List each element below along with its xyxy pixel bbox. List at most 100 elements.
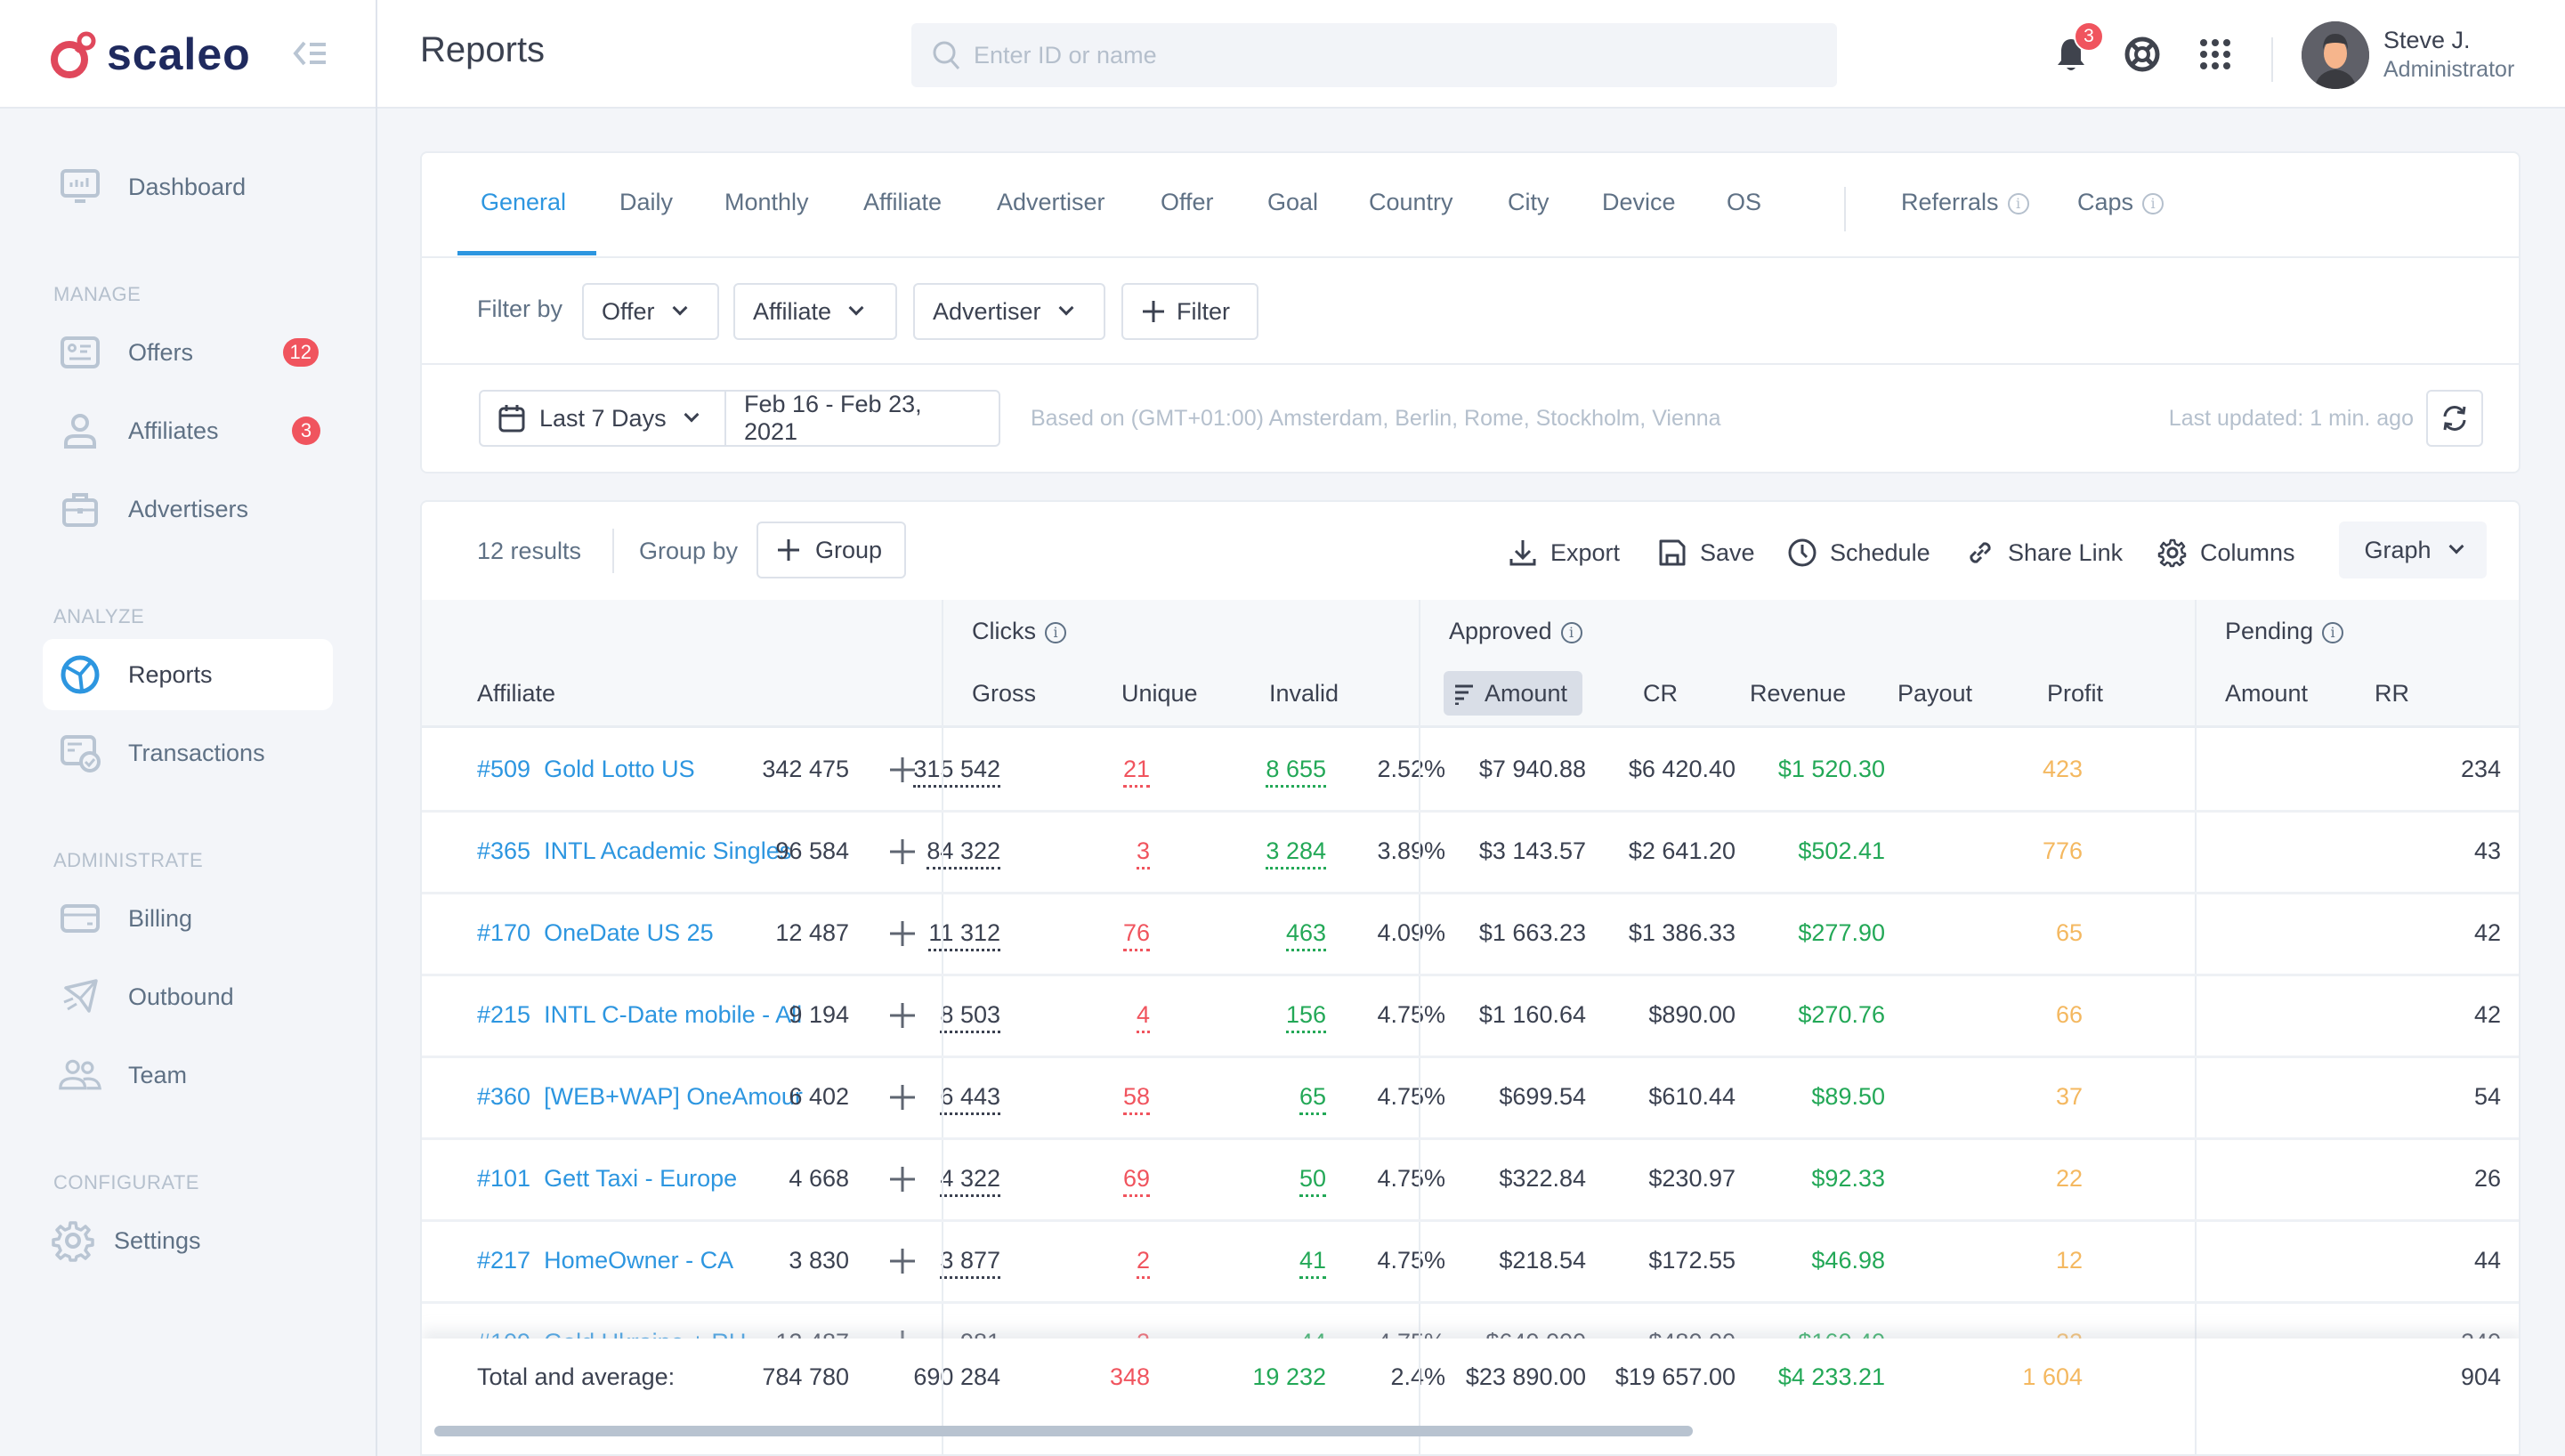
affiliate-link[interactable]: #101 Gett Taxi - Europe (477, 1165, 737, 1193)
cell-unique[interactable]: 6 443 (940, 1083, 1000, 1115)
tab-affiliate[interactable]: Affiliate (863, 189, 942, 216)
sidebar-item-outbound[interactable]: Outbound (43, 961, 333, 1032)
apps-grid-icon[interactable] (2197, 36, 2234, 73)
tab-monthly[interactable]: Monthly (724, 189, 809, 216)
tab-general[interactable]: General (481, 189, 566, 216)
col-revenue[interactable]: Revenue (1750, 680, 1846, 708)
sidebar-item-team[interactable]: Team (43, 1039, 333, 1111)
cell-amount[interactable]: 8 655 (1266, 756, 1326, 788)
cell-amount[interactable]: 463 (1285, 919, 1326, 951)
tab-label: Referrals (1901, 189, 1999, 215)
col-affiliate[interactable]: Affiliate (477, 680, 555, 708)
info-icon[interactable]: i (2322, 622, 2344, 643)
sidebar-item-billing[interactable]: Billing (43, 883, 333, 954)
sidebar-item-dashboard[interactable]: Dashboard (43, 151, 333, 222)
affiliate-link[interactable]: #360 [WEB+WAP] OneAmour (477, 1083, 803, 1111)
columns-button[interactable]: Columns (2157, 538, 2295, 568)
col-pending-amount[interactable]: Amount (2225, 680, 2308, 708)
affiliate-link[interactable]: #217 HomeOwner - CA (477, 1247, 733, 1274)
tab-referrals[interactable]: Referrals i (1901, 189, 2029, 216)
share-link-button[interactable]: Share Link (1965, 538, 2123, 568)
cell-invalid[interactable]: 76 (1122, 919, 1150, 951)
tab-country[interactable]: Country (1369, 189, 1453, 216)
expand-row-plus-icon[interactable] (885, 1161, 920, 1197)
tab-city[interactable]: City (1508, 189, 1550, 216)
date-range-picker[interactable]: Feb 16 - Feb 23, 2021 (724, 390, 1000, 447)
info-icon[interactable]: i (2007, 193, 2029, 214)
tab-goal[interactable]: Goal (1267, 189, 1318, 216)
cell-invalid[interactable]: 58 (1122, 1083, 1150, 1115)
column-divider (2195, 1339, 2197, 1454)
affiliate-link[interactable]: #509 Gold Lotto US (477, 756, 695, 783)
schedule-button[interactable]: Schedule (1787, 538, 1930, 568)
cell-invalid[interactable]: 69 (1122, 1165, 1150, 1197)
cell-unique[interactable]: 8 503 (940, 1001, 1000, 1033)
cell-amount[interactable]: 3 284 (1266, 837, 1326, 870)
tab-offer[interactable]: Offer (1161, 189, 1214, 216)
refresh-button[interactable] (2426, 390, 2483, 447)
sort-descending-icon[interactable] (1454, 684, 1474, 705)
col-rr[interactable]: RR (2375, 680, 2409, 708)
expand-row-plus-icon[interactable] (885, 834, 920, 870)
sidebar-item-affiliates[interactable]: Affiliates 3 (43, 395, 333, 466)
cell-invalid[interactable]: 21 (1122, 756, 1150, 788)
expand-row-plus-icon[interactable] (885, 916, 920, 951)
col-unique[interactable]: Unique (1121, 680, 1198, 708)
col-approved-amount[interactable]: Amount (1485, 680, 1567, 708)
collapse-sidebar-icon[interactable] (292, 37, 328, 69)
horizontal-scrollbar[interactable] (434, 1426, 1693, 1436)
add-filter-button[interactable]: Filter (1121, 283, 1258, 340)
sidebar-item-advertisers[interactable]: Advertisers (43, 473, 333, 545)
col-invalid[interactable]: Invalid (1269, 680, 1339, 708)
sidebar-item-settings[interactable]: Settings (36, 1205, 326, 1276)
col-profit[interactable]: Profit (2047, 680, 2103, 708)
user-name[interactable]: Steve J. (2383, 27, 2471, 54)
affiliate-link[interactable]: #365 INTL Academic Singles (477, 837, 791, 865)
add-group-button[interactable]: Group (757, 522, 906, 578)
expand-row-plus-icon[interactable] (885, 1243, 920, 1279)
col-gross[interactable]: Gross (972, 680, 1036, 708)
info-icon[interactable]: i (1045, 622, 1066, 643)
sidebar-item-transactions[interactable]: Transactions (43, 717, 333, 789)
sidebar-item-offers[interactable]: Offers 12 (43, 317, 333, 388)
tab-caps[interactable]: Caps i (2077, 189, 2164, 216)
avatar[interactable] (2302, 21, 2369, 89)
save-button[interactable]: Save (1657, 538, 1755, 568)
affiliate-filter-dropdown[interactable]: Affiliate (733, 283, 897, 340)
tab-os[interactable]: OS (1727, 189, 1761, 216)
cell-amount[interactable]: 41 (1299, 1247, 1326, 1279)
search-box[interactable] (911, 23, 1837, 87)
info-icon[interactable]: i (2142, 193, 2164, 214)
expand-row-plus-icon[interactable] (885, 1080, 920, 1115)
cell-unique[interactable]: 3 877 (940, 1247, 1000, 1279)
cell-invalid[interactable]: 3 (1136, 837, 1150, 870)
info-icon[interactable]: i (1560, 622, 1582, 643)
cell-unique[interactable]: 11 312 (928, 919, 1000, 951)
total-pending-amount: 1 604 (2022, 1363, 2083, 1390)
view-mode-dropdown[interactable]: Graph (2339, 522, 2487, 578)
col-payout[interactable]: Payout (1897, 680, 1972, 708)
search-input[interactable] (974, 41, 1775, 69)
sidebar-item-reports[interactable]: Reports (43, 639, 333, 710)
affiliate-id: #509 (477, 756, 531, 782)
affiliate-link[interactable]: #215 INTL C-Date mobile - All (477, 1001, 802, 1029)
tab-daily[interactable]: Daily (619, 189, 673, 216)
date-preset-dropdown[interactable]: Last 7 Days (479, 390, 726, 447)
lifebuoy-support-icon[interactable] (2124, 36, 2161, 73)
tab-advertiser[interactable]: Advertiser (997, 189, 1105, 216)
advertiser-filter-dropdown[interactable]: Advertiser (913, 283, 1105, 340)
cell-invalid[interactable]: 2 (1136, 1247, 1150, 1279)
col-cr[interactable]: CR (1643, 680, 1678, 708)
affiliate-link[interactable]: #170 OneDate US 25 (477, 919, 714, 947)
cell-unique[interactable]: 84 322 (926, 837, 1000, 870)
cell-amount[interactable]: 65 (1299, 1083, 1326, 1115)
cell-invalid[interactable]: 4 (1136, 1001, 1150, 1033)
export-button[interactable]: Export (1508, 538, 1620, 568)
cell-amount[interactable]: 50 (1299, 1165, 1326, 1197)
cell-unique[interactable]: 4 322 (940, 1165, 1000, 1197)
cell-unique[interactable]: 315 542 (913, 756, 1000, 788)
offer-filter-dropdown[interactable]: Offer (582, 283, 719, 340)
cell-amount[interactable]: 156 (1285, 1001, 1326, 1033)
tab-device[interactable]: Device (1602, 189, 1676, 216)
expand-row-plus-icon[interactable] (885, 998, 920, 1033)
